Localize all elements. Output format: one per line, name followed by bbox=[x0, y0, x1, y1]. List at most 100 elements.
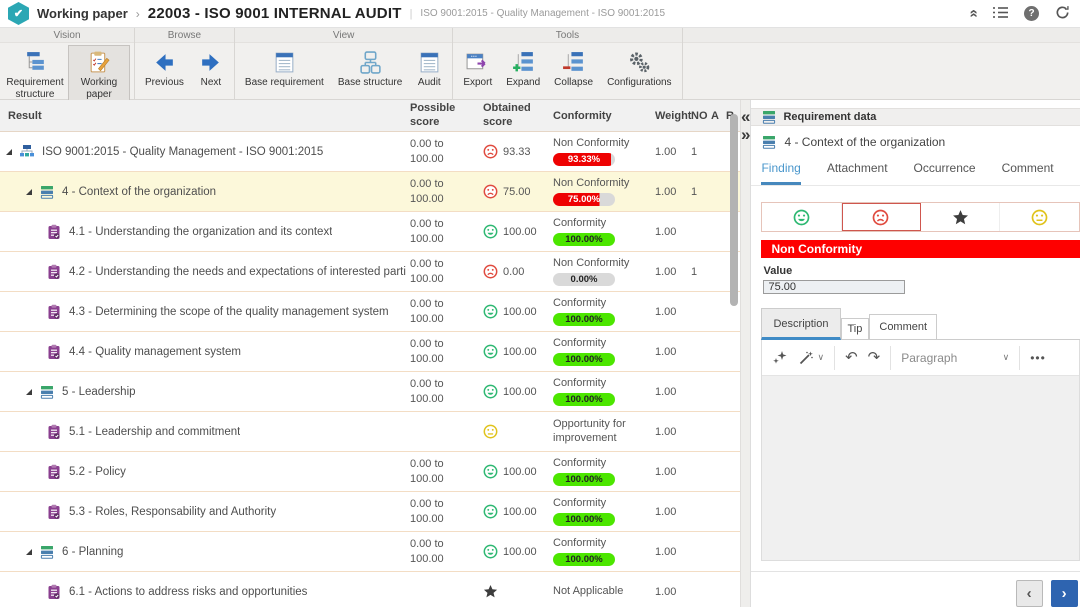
expand-arrow-icon[interactable] bbox=[26, 549, 32, 555]
possible-score-cell: 0.00 to100.00 bbox=[408, 257, 481, 287]
toolbar-button-working-paper[interactable]: Working paper bbox=[68, 45, 130, 102]
redo-icon[interactable]: ↷ bbox=[868, 350, 881, 365]
obtained-score-cell: 100.00 bbox=[481, 304, 551, 319]
table-row[interactable]: 5.1 - Leadership and commitmentOpportuni… bbox=[0, 412, 740, 452]
mood-option-happy-face[interactable] bbox=[762, 203, 841, 231]
toolbar-button-previous[interactable]: Previous bbox=[139, 45, 190, 97]
conformity-label: Conformity bbox=[553, 217, 651, 231]
toolbar-button-export[interactable]: Export bbox=[457, 45, 498, 97]
ai-sparkles-icon[interactable] bbox=[772, 350, 788, 366]
tab-attachment[interactable]: Attachment bbox=[827, 156, 888, 185]
toolbar-button-expand[interactable]: Expand bbox=[500, 45, 546, 97]
conformity-label: Non Conformity bbox=[553, 137, 651, 151]
arrow-left-icon bbox=[151, 49, 177, 75]
star-icon bbox=[483, 584, 498, 599]
happy-face-icon bbox=[483, 304, 498, 319]
row-label: 4.3 - Determining the scope of the quali… bbox=[69, 306, 389, 318]
table-scrollbar[interactable] bbox=[730, 114, 738, 306]
column-header-no: NO bbox=[689, 110, 709, 122]
conformity-progress-pill: 100.00% bbox=[553, 553, 615, 566]
obtained-score-cell bbox=[481, 584, 551, 599]
table-row[interactable]: 4.3 - Determining the scope of the quali… bbox=[0, 292, 740, 332]
expand-arrow-icon[interactable] bbox=[26, 189, 32, 195]
tab-occurrence[interactable]: Occurrence bbox=[914, 156, 976, 185]
more-options-icon[interactable]: ••• bbox=[1030, 352, 1046, 364]
requirement-data-panel: Requirement data 4 - Context of the orga… bbox=[751, 100, 1080, 607]
column-header-weight: Weight bbox=[653, 110, 689, 122]
table-row[interactable]: 4 - Context of the organization0.00 to10… bbox=[0, 172, 740, 212]
result-cell: 4.1 - Understanding the organization and… bbox=[0, 224, 408, 240]
happy-face-icon bbox=[483, 544, 498, 559]
mood-option-star[interactable] bbox=[921, 203, 1000, 231]
table-row[interactable]: ISO 9001:2015 - Quality Management - ISO… bbox=[0, 132, 740, 172]
previous-requirement-button[interactable]: ‹ bbox=[1016, 580, 1043, 607]
help-icon[interactable]: ? bbox=[1024, 6, 1039, 21]
rich-text-editor: ∨ ↶ ↷ Paragraph∨ ••• bbox=[761, 340, 1079, 561]
expand-panel-icon[interactable]: » bbox=[741, 126, 750, 144]
toolbar-button-collapse[interactable]: Collapse bbox=[548, 45, 599, 97]
row-label: ISO 9001:2015 - Quality Management - ISO… bbox=[42, 146, 323, 158]
layers-icon bbox=[39, 544, 55, 560]
no-cell: 1 bbox=[689, 266, 709, 278]
result-cell: 5 - Leadership bbox=[0, 384, 408, 400]
ribbon-toolbar: VisionRequirement structureWorking paper… bbox=[0, 28, 1080, 100]
toolbar-button-base-structure[interactable]: Base structure bbox=[332, 45, 408, 97]
table-row[interactable]: 5.2 - Policy0.00 to100.00100.00Conformit… bbox=[0, 452, 740, 492]
row-label: 5.1 - Leadership and commitment bbox=[69, 426, 240, 438]
table-row[interactable]: 5.3 - Roles, Responsability and Authorit… bbox=[0, 492, 740, 532]
title-separator: | bbox=[410, 8, 413, 20]
collapse-ribbon-icon[interactable]: » bbox=[969, 6, 977, 21]
table-row[interactable]: 5 - Leadership0.00 to100.00100.00Conform… bbox=[0, 372, 740, 412]
description-subtabs: DescriptionTipComment bbox=[761, 308, 1079, 340]
toolbar-button-next[interactable]: Next bbox=[192, 45, 230, 97]
obtained-score-cell: 100.00 bbox=[481, 344, 551, 359]
panel-tabs: Finding Attachment Occurrence Comment bbox=[751, 156, 1080, 186]
ribbon-group-label: Browse bbox=[135, 28, 234, 43]
subtab-tip[interactable]: Tip bbox=[841, 318, 870, 339]
table-row[interactable]: 6.1 - Actions to address risks and oppor… bbox=[0, 572, 740, 607]
collapse-panel-icon[interactable]: « bbox=[741, 108, 750, 126]
breadcrumb-app[interactable]: Working paper bbox=[37, 6, 128, 21]
obtained-score-cell bbox=[481, 424, 551, 439]
tab-finding[interactable]: Finding bbox=[761, 156, 800, 185]
toolbar-button-requirement-structure[interactable]: Requirement structure bbox=[4, 45, 66, 102]
expand-arrow-icon[interactable] bbox=[26, 389, 32, 395]
tab-comment[interactable]: Comment bbox=[1002, 156, 1054, 185]
magic-wand-icon[interactable]: ∨ bbox=[798, 350, 824, 366]
table-row[interactable]: 4.2 - Understanding the needs and expect… bbox=[0, 252, 740, 292]
mood-option-neutral-face[interactable] bbox=[1000, 203, 1078, 231]
mood-option-sad-face[interactable] bbox=[842, 203, 921, 231]
next-requirement-button[interactable]: › bbox=[1051, 580, 1078, 607]
obtained-score-value: 100.00 bbox=[503, 466, 537, 478]
row-label: 4.2 - Understanding the needs and expect… bbox=[69, 266, 406, 278]
clipboard-icon bbox=[46, 504, 62, 520]
subtab-description[interactable]: Description bbox=[761, 308, 840, 340]
row-label: 5.2 - Policy bbox=[69, 466, 126, 478]
panel-gutter: « » bbox=[740, 100, 751, 607]
toolbar-button-label: Working paper bbox=[74, 77, 124, 100]
toolbar-button-label: Export bbox=[463, 77, 492, 89]
page-subtitle: ISO 9001:2015 - Quality Management - ISO… bbox=[420, 8, 665, 19]
weight-cell: 1.00 bbox=[653, 386, 689, 398]
value-input[interactable] bbox=[763, 280, 905, 294]
toolbar-button-base-requirement[interactable]: Base requirement bbox=[239, 45, 330, 97]
refresh-icon[interactable] bbox=[1055, 5, 1070, 22]
index-list-icon[interactable] bbox=[993, 6, 1008, 21]
expand-arrow-icon[interactable] bbox=[6, 149, 12, 155]
toolbar-button-audit[interactable]: Audit bbox=[410, 45, 448, 97]
row-label: 4 - Context of the organization bbox=[62, 186, 216, 198]
description-textarea[interactable] bbox=[762, 376, 1078, 560]
table-row[interactable]: 4.1 - Understanding the organization and… bbox=[0, 212, 740, 252]
table-row[interactable]: 4.4 - Quality management system0.00 to10… bbox=[0, 332, 740, 372]
table-row[interactable]: 6 - Planning0.00 to100.00100.00Conformit… bbox=[0, 532, 740, 572]
obtained-score-cell: 100.00 bbox=[481, 384, 551, 399]
subtab-comment[interactable]: Comment bbox=[869, 314, 937, 339]
paragraph-style-select[interactable]: Paragraph∨ bbox=[901, 351, 1009, 365]
undo-icon[interactable]: ↶ bbox=[845, 350, 858, 365]
conformity-cell: Conformity100.00% bbox=[551, 217, 653, 247]
layers-icon bbox=[39, 184, 55, 200]
toolbar-button-configurations[interactable]: Configurations bbox=[601, 45, 677, 97]
column-header-conformity: Conformity bbox=[551, 110, 653, 122]
expand-tree-icon bbox=[510, 49, 536, 75]
result-cell: ISO 9001:2015 - Quality Management - ISO… bbox=[0, 144, 408, 160]
